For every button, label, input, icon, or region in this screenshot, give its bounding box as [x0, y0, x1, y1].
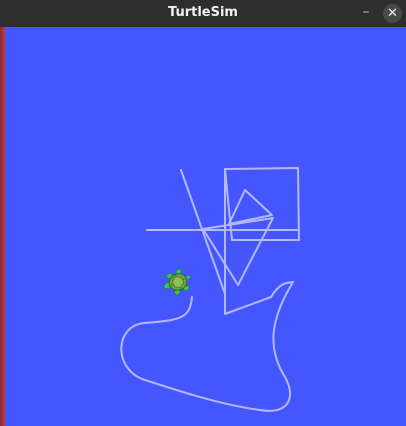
trail-long-diagonal	[180, 169, 226, 295]
close-button[interactable]: ✕	[383, 4, 402, 23]
turtle-canvas	[5, 27, 406, 426]
minimize-button[interactable]: –	[357, 3, 375, 21]
title-bar: TurtleSim – ✕	[0, 0, 406, 28]
turtle-icon	[163, 268, 191, 296]
turtle-trail-drawing	[120, 167, 300, 412]
window-title: TurtleSim	[168, 5, 238, 20]
trail-big-loop	[120, 281, 294, 412]
trail-triangle-large	[202, 217, 274, 286]
trail-vertical-wedge	[224, 168, 272, 315]
